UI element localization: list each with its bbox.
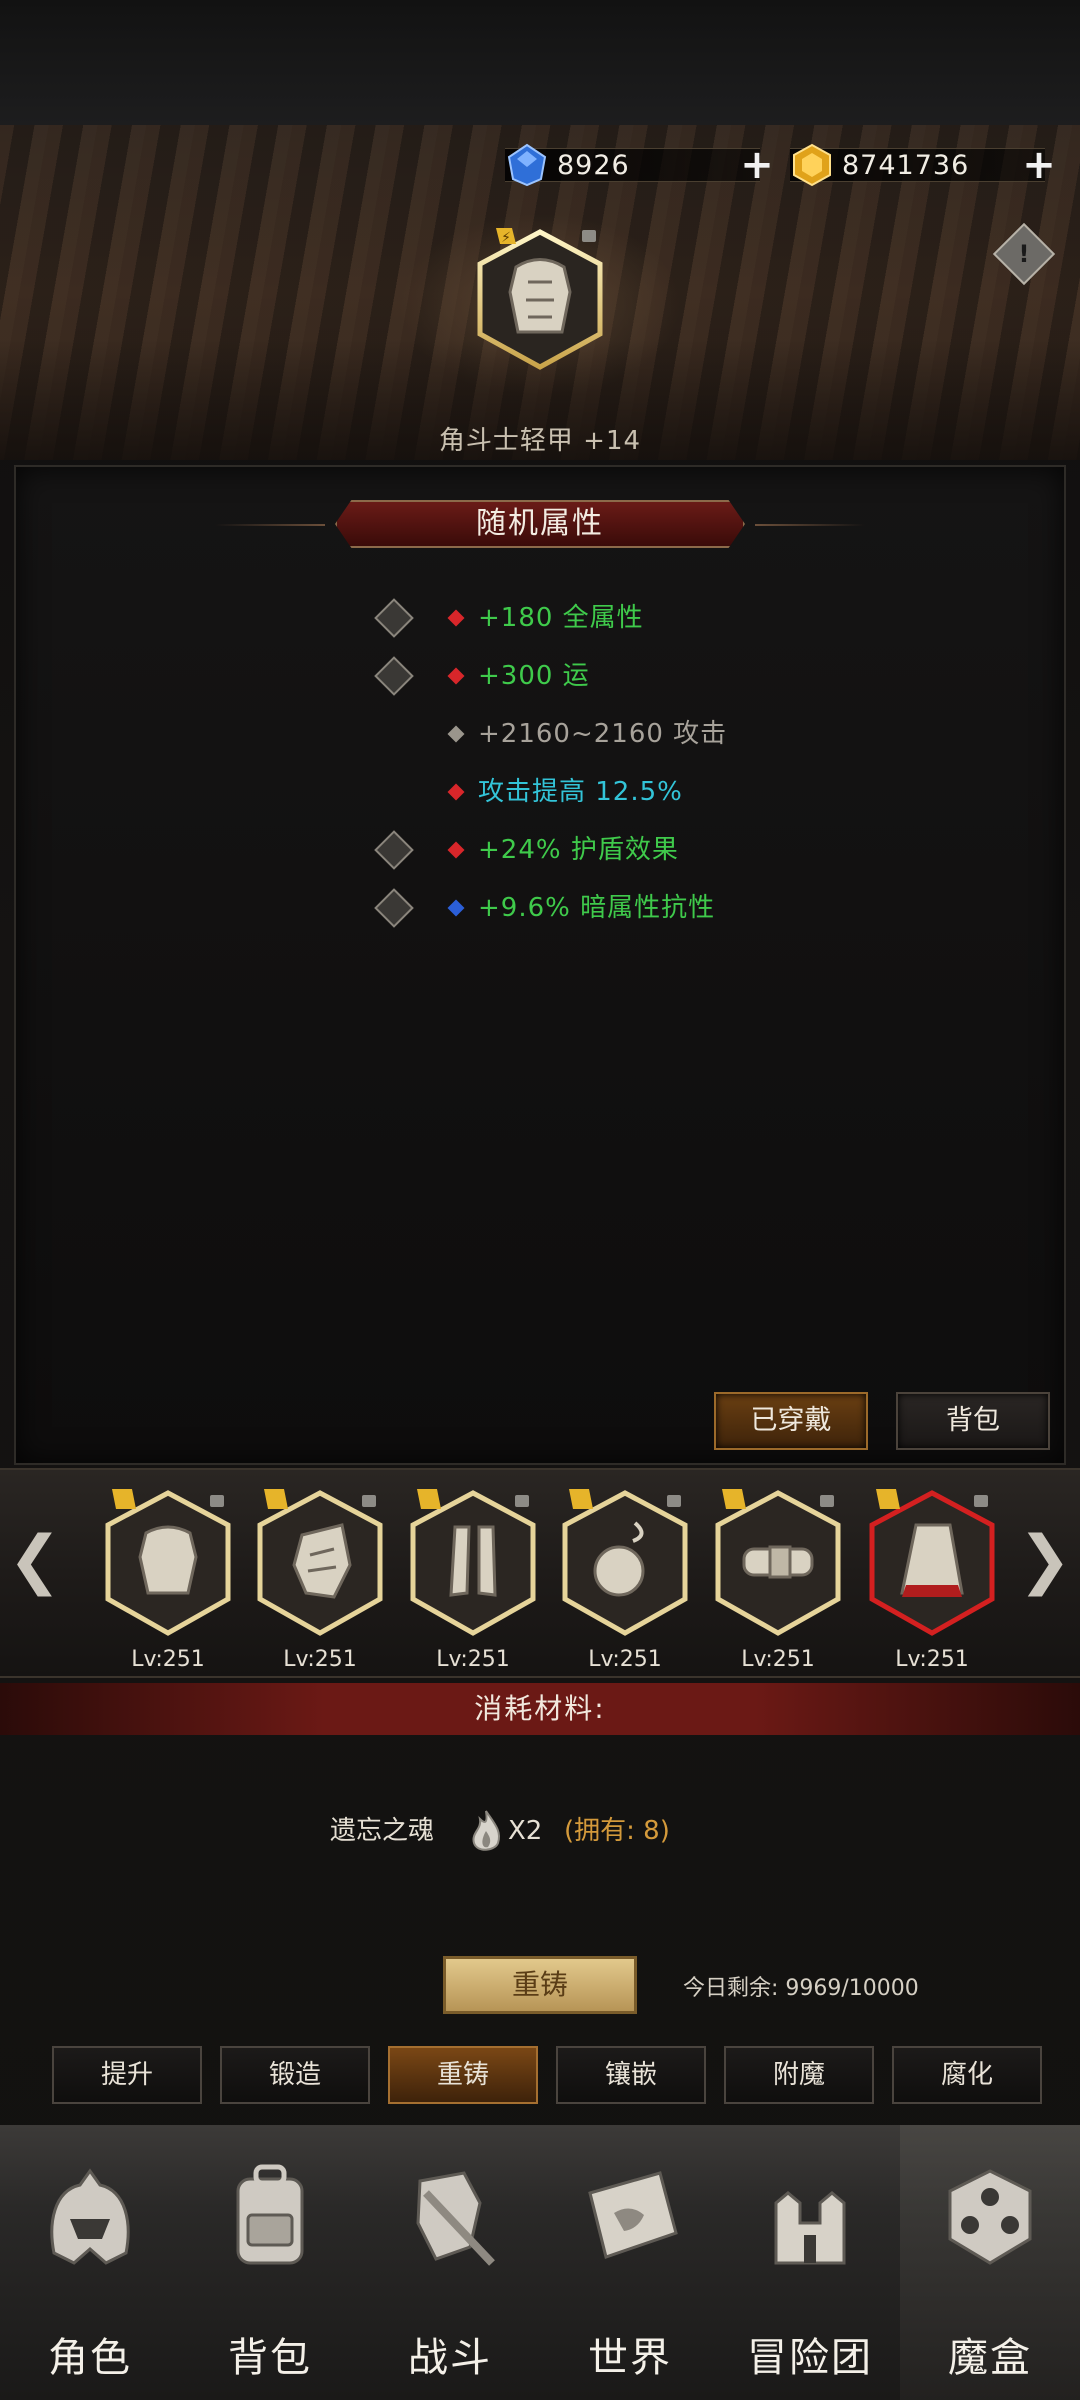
- reforge-button[interactable]: 重铸: [443, 1956, 637, 2014]
- attribute-text: 攻击提高 12.5%: [478, 777, 683, 807]
- nav-item-3[interactable]: 世界: [540, 2125, 720, 2400]
- equipment-level: Lv:251: [741, 1647, 815, 1672]
- nav-label: 世界: [588, 2335, 672, 2381]
- attribute-row: +180 全属性: [370, 598, 830, 638]
- soul-flame-icon: [472, 1810, 500, 1851]
- info-icon: !: [1018, 240, 1030, 268]
- nav-label: 角色: [48, 2335, 132, 2381]
- attribute-text: +2160~2160 攻击: [478, 719, 728, 749]
- equipment-level: Lv:251: [588, 1647, 662, 1672]
- attribute-row: +300 运: [370, 656, 830, 696]
- belt-icon: [715, 1489, 841, 1636]
- equipment-name: 角斗士轻甲 +14: [438, 426, 642, 456]
- selected-equipment-armor-icon[interactable]: ⚡: [470, 222, 610, 377]
- tab-1[interactable]: 锻造: [220, 2046, 370, 2104]
- diamond-icon: [507, 143, 547, 187]
- nav-label: 冒险团: [747, 2335, 873, 2381]
- attribute-gem-icon: [447, 841, 465, 859]
- tab-3[interactable]: 镶嵌: [556, 2046, 706, 2104]
- equipment-slot[interactable]: Lv:251: [708, 1485, 848, 1675]
- attribute-row: +9.6% 暗属性抗性: [370, 888, 830, 928]
- tab-5[interactable]: 腐化: [892, 2046, 1042, 2104]
- bottom-navigation: 角色 背包 战斗 世界 冒险团 魔盒: [0, 2125, 1080, 2400]
- material-row: 遗忘之魂 X2 (拥有: 8): [330, 1805, 790, 1857]
- attribute-gem-icon: [447, 667, 465, 685]
- attribute-gem-icon: [447, 783, 465, 801]
- attributes-title: 随机属性: [215, 500, 865, 550]
- attribute-gem-icon: [447, 899, 465, 917]
- nav-item-5[interactable]: 魔盒: [900, 2125, 1080, 2400]
- equipment-slot[interactable]: Lv:251: [403, 1485, 543, 1675]
- nav-item-1[interactable]: 背包: [180, 2125, 360, 2400]
- attribute-text: +9.6% 暗属性抗性: [478, 893, 716, 923]
- equipment-level: Lv:251: [131, 1647, 205, 1672]
- materials-header: 消耗材料:: [0, 1683, 1080, 1735]
- attribute-lock-icon[interactable]: [374, 888, 414, 928]
- attribute-lock-icon[interactable]: [374, 598, 414, 638]
- app-root: 8926 + 8741736 + ! ⚡ 角斗士轻甲 +14 随机属性 +180…: [0, 0, 1080, 2400]
- diamond-value: 8926: [557, 149, 630, 181]
- attribute-text: +24% 护盾效果: [478, 835, 679, 865]
- gauntlet-icon: [257, 1489, 383, 1636]
- title-divider-left: [215, 524, 325, 526]
- gold-value: 8741736: [842, 149, 970, 181]
- attribute-row: +24% 护盾效果: [370, 830, 830, 870]
- amulet-icon: [562, 1489, 688, 1636]
- cloak-icon: [869, 1489, 995, 1636]
- magic-box-icon: [948, 2169, 1032, 2265]
- nav-label: 魔盒: [948, 2335, 1032, 2381]
- tab-0[interactable]: 提升: [52, 2046, 202, 2104]
- title-divider-right: [755, 524, 865, 526]
- tab-2[interactable]: 重铸: [388, 2046, 538, 2104]
- status-bar: [0, 0, 1080, 125]
- equipment-level: Lv:251: [895, 1647, 969, 1672]
- function-tabs: 提升 锻造 重铸 镶嵌 附魔 腐化: [52, 2046, 1042, 2108]
- bag-button[interactable]: 背包: [896, 1392, 1050, 1450]
- carousel-left-arrow-icon[interactable]: ❮: [8, 1520, 62, 1600]
- equipment-level: Lv:251: [283, 1647, 357, 1672]
- equipment-slot[interactable]: Lv:251: [555, 1485, 695, 1675]
- backpack-icon: [236, 2164, 304, 2265]
- attribute-text: +180 全属性: [478, 603, 644, 633]
- gold-gem-icon: [793, 143, 831, 187]
- equipment-carousel: ❮ Lv:251 Lv:251 Lv:251 Lv:251 Lv:251 Lv:251 ❯: [0, 1468, 1080, 1678]
- attribute-text: +300 运: [478, 661, 590, 691]
- material-name: 遗忘之魂: [330, 1816, 435, 1846]
- attributes-title-plate: 随机属性: [335, 500, 745, 548]
- nav-label: 战斗: [408, 2335, 492, 2381]
- material-quantity: X2: [508, 1816, 543, 1846]
- add-gold-button[interactable]: +: [1022, 145, 1056, 185]
- attribute-row: 攻击提高 12.5%: [370, 772, 830, 812]
- equipped-button[interactable]: 已穿戴: [714, 1392, 868, 1450]
- add-diamond-button[interactable]: +: [740, 145, 774, 185]
- nav-item-4[interactable]: 冒险团: [720, 2125, 900, 2400]
- map-scroll-icon: [588, 2171, 678, 2259]
- nav-label: 背包: [228, 2335, 312, 2381]
- attribute-gem-icon: [447, 725, 465, 743]
- nav-item-2[interactable]: 战斗: [360, 2125, 540, 2400]
- attribute-row: +2160~2160 攻击: [370, 714, 830, 754]
- attribute-lock-icon[interactable]: [374, 656, 414, 696]
- equipment-level: Lv:251: [436, 1647, 510, 1672]
- diamond-currency: 8926 +: [505, 140, 774, 190]
- carousel-right-arrow-icon[interactable]: ❯: [1018, 1520, 1072, 1600]
- attribute-gem-icon: [447, 609, 465, 627]
- material-owned: (拥有: 8): [564, 1816, 670, 1846]
- shield-sword-icon: [416, 2171, 495, 2266]
- greaves-icon: [410, 1489, 536, 1636]
- tab-4[interactable]: 附魔: [724, 2046, 874, 2104]
- gold-currency: 8741736 +: [790, 140, 1060, 190]
- castle-icon: [774, 2191, 846, 2265]
- equipment-slot[interactable]: Lv:251: [98, 1485, 238, 1675]
- armor-icon: [105, 1489, 231, 1636]
- nav-item-0[interactable]: 角色: [0, 2125, 180, 2400]
- equipment-slot[interactable]: Lv:251: [250, 1485, 390, 1675]
- equipment-slot[interactable]: Lv:251: [862, 1485, 1002, 1675]
- attribute-lock-icon[interactable]: [374, 830, 414, 870]
- remaining-count: 今日剩余: 9969/10000: [683, 1976, 919, 2001]
- helmet-icon: [50, 2168, 130, 2265]
- svg-text:⚡: ⚡: [501, 230, 511, 246]
